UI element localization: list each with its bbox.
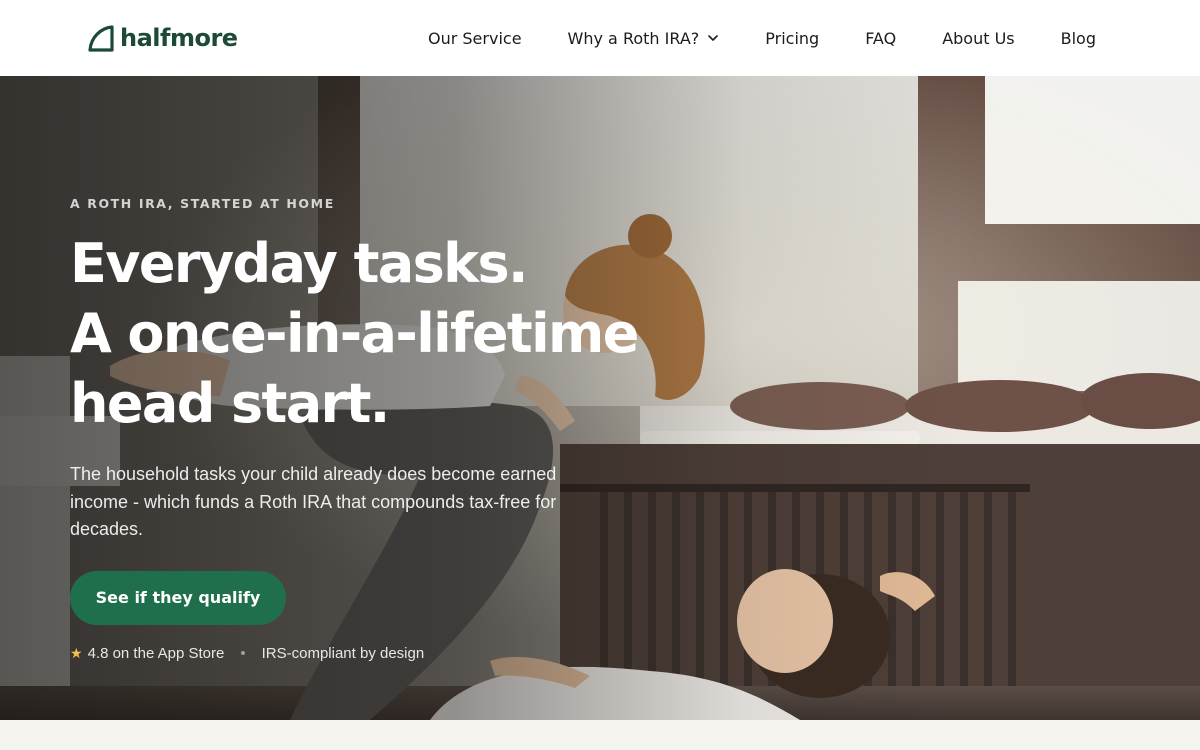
see-if-they-qualify-button[interactable]: See if they qualify [70, 570, 286, 625]
site-header: halfmore Our Service Why a Roth IRA? Pri… [0, 0, 1200, 76]
separator-dot: • [240, 644, 246, 662]
hero-section: A ROTH IRA, STARTED AT HOME Everyday tas… [0, 76, 1200, 720]
headline-line-1: Everyday tasks. [70, 232, 529, 295]
compliance-text: IRS-compliant by design [261, 644, 425, 662]
hero-content: A ROTH IRA, STARTED AT HOME Everyday tas… [70, 196, 710, 662]
hero-subcopy: The household tasks your child already d… [70, 464, 557, 539]
headline-line-2: A once-in-a-lifetime [70, 302, 639, 365]
nav-about-us[interactable]: About Us [942, 29, 1014, 48]
trust-row: ★ 4.8 on the App Store • IRS-compliant b… [70, 645, 710, 662]
nav-why-roth-ira[interactable]: Why a Roth IRA? [568, 29, 720, 48]
main-nav: Our Service Why a Roth IRA? Pricing FAQ … [428, 29, 1112, 48]
nav-blog[interactable]: Blog [1061, 29, 1096, 48]
leaf-logo-icon [88, 25, 114, 52]
nav-label: FAQ [865, 28, 897, 48]
chevron-down-icon [708, 35, 719, 41]
nav-label: Why a Roth IRA? [567, 28, 700, 48]
star-icon: ★ [70, 644, 83, 661]
nav-faq[interactable]: FAQ [865, 29, 896, 48]
app-store-rating: ★ 4.8 on the App Store [70, 645, 224, 662]
rating-text: 4.8 on the App Store [87, 644, 225, 662]
hero-eyebrow: A ROTH IRA, STARTED AT HOME [70, 196, 335, 211]
nav-label: Blog [1060, 28, 1096, 48]
brand-wordmark: halfmore [120, 24, 238, 52]
nav-our-service[interactable]: Our Service [428, 29, 522, 48]
next-section-band [0, 720, 1200, 750]
brand-logo-link[interactable]: halfmore [88, 24, 238, 52]
nav-label: About Us [942, 28, 1015, 48]
hero-headline: Everyday tasks. A once-in-a-lifetime hea… [70, 229, 710, 439]
nav-label: Our Service [428, 28, 522, 48]
headline-line-3: head start. [70, 372, 390, 435]
nav-pricing[interactable]: Pricing [765, 29, 819, 48]
nav-label: Pricing [765, 28, 820, 48]
